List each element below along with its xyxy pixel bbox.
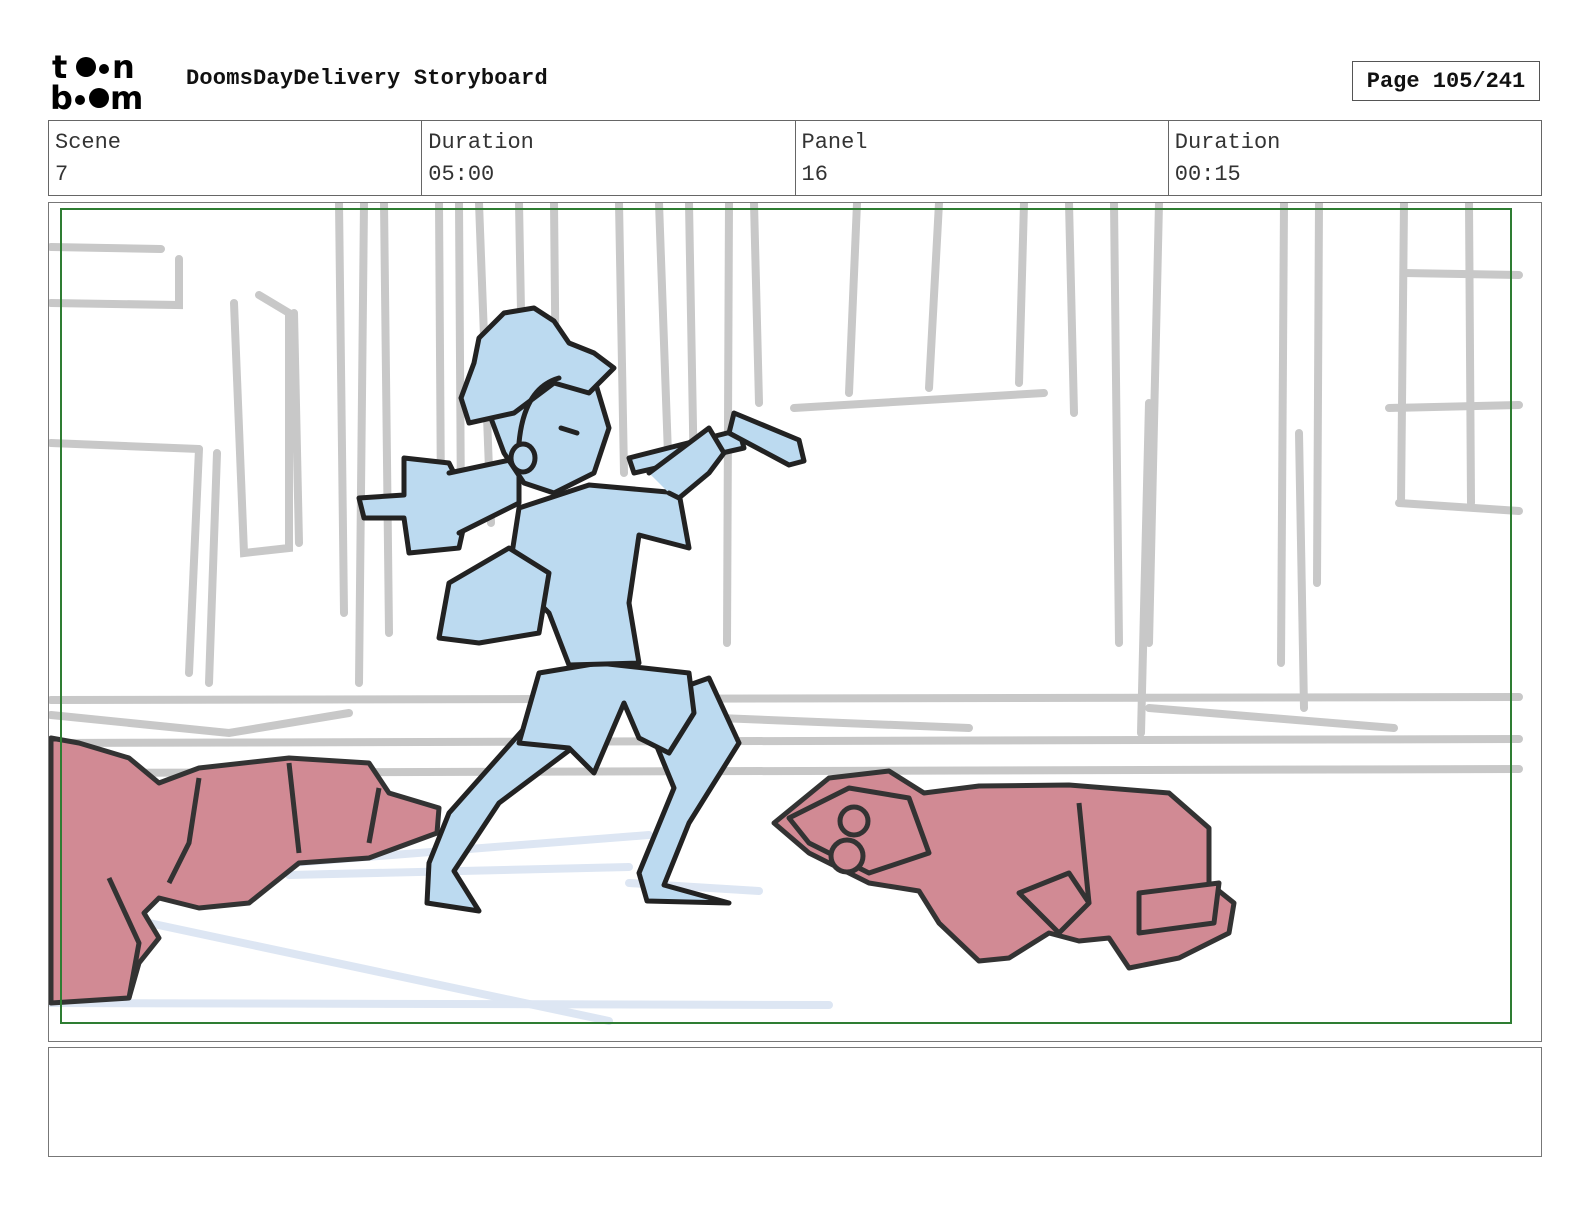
panel-cell: Panel 16: [796, 121, 1169, 195]
scene-label: Scene: [55, 130, 122, 155]
svg-text:m: m: [110, 79, 143, 112]
toon-boom-logo: t n b m: [50, 48, 165, 117]
panel-duration-cell: Duration 00:15: [1169, 121, 1541, 195]
scene-value: 7: [55, 162, 69, 187]
scene-cell: Scene 7: [49, 121, 423, 195]
safe-frame: [60, 208, 1512, 1024]
scene-duration-label: Duration: [428, 130, 534, 155]
scene-duration-value: 05:00: [428, 162, 495, 187]
panel-label: Panel: [801, 130, 868, 155]
page-number: Page 105/241: [1352, 61, 1540, 101]
panel-drawing: [49, 203, 1523, 1025]
fallen-character-right: [771, 768, 1237, 971]
scene-duration-cell: Duration 05:00: [422, 121, 796, 195]
storyboard-panel: [48, 202, 1542, 1042]
document-title: DoomsDayDelivery Storyboard: [186, 66, 548, 91]
panel-value: 16: [801, 162, 828, 187]
panel-notes-box: [48, 1047, 1542, 1157]
panel-duration-value: 00:15: [1174, 162, 1241, 187]
background-building-sketch: [49, 203, 1523, 777]
svg-text:b: b: [50, 79, 73, 112]
scene-info-row: Scene 7 Duration 05:00 Panel 16 Duration…: [48, 120, 1542, 196]
panel-duration-label: Duration: [1174, 130, 1281, 155]
